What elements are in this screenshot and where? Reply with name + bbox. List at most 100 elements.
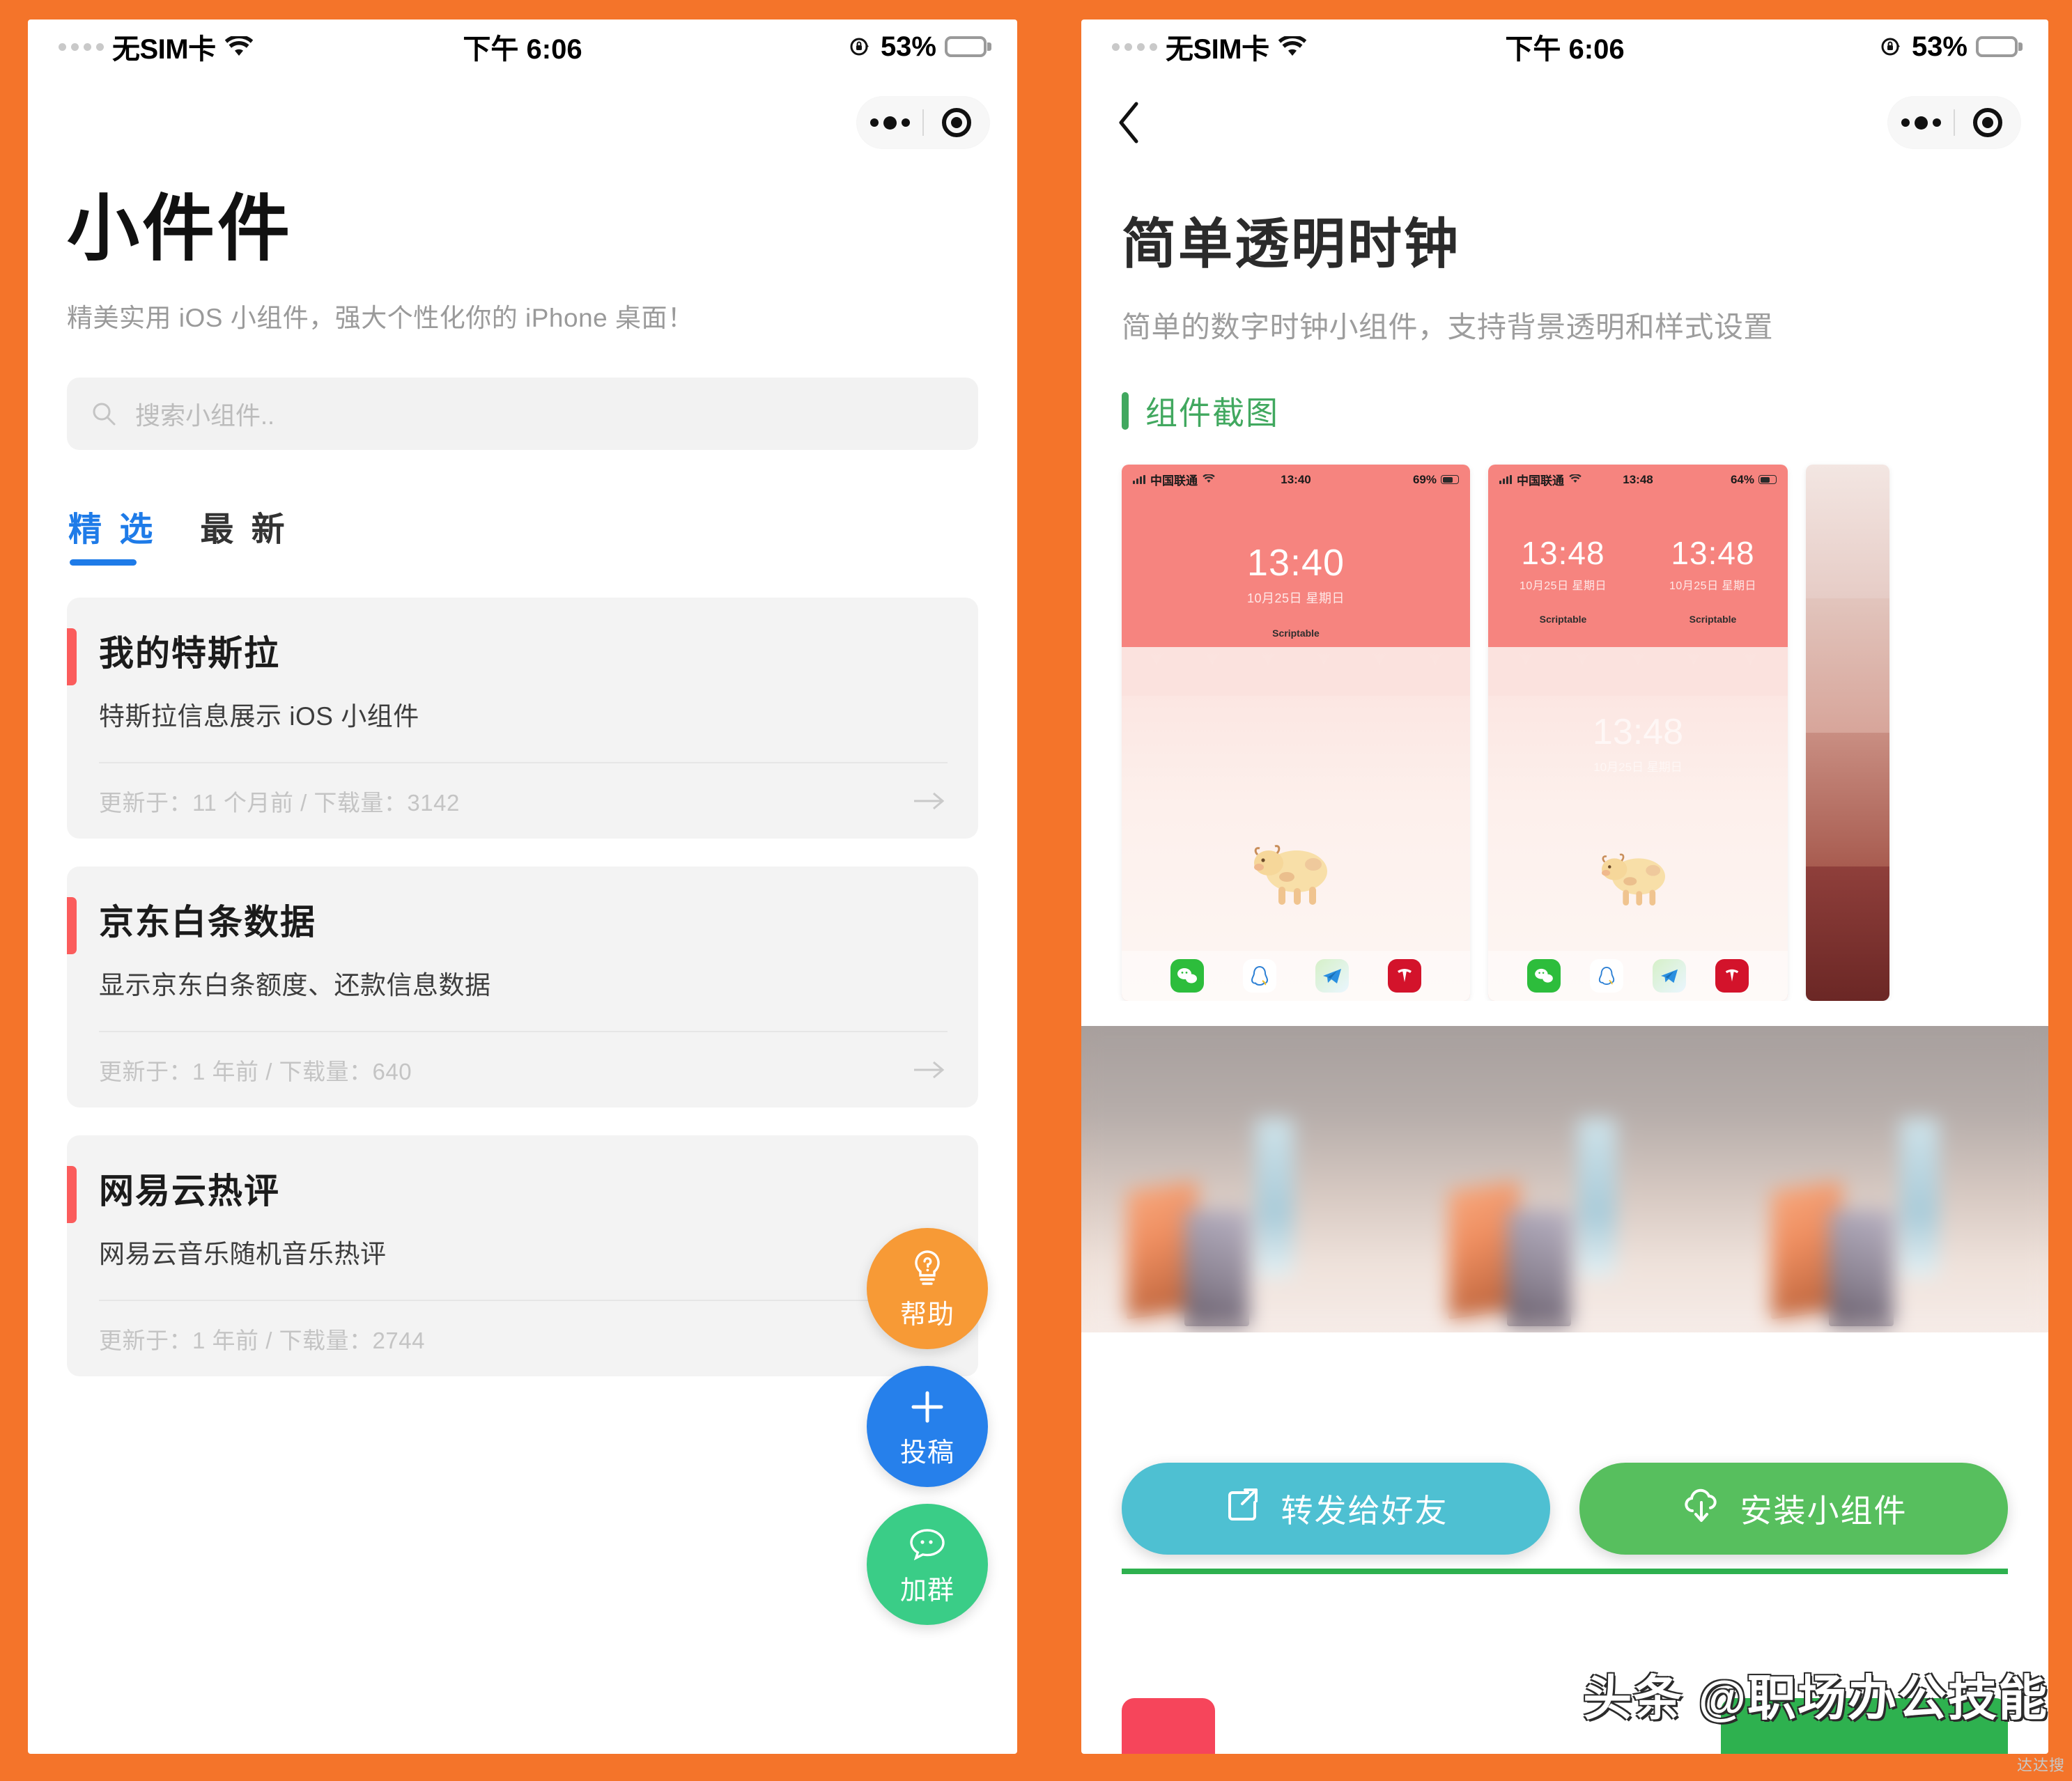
screenshot-stage: 无SIM卡 下午 6:06 53% 小件件 精美实用 iOS 小组件，强大个性化… [0, 0, 2072, 1781]
plus-icon [908, 1385, 947, 1429]
mini-program-capsule-left[interactable] [857, 97, 989, 148]
card-description: 网易云音乐随机音乐热评 [99, 1239, 387, 1268]
search-placeholder: 搜索小组件.. [135, 400, 275, 430]
screenshot-thumb[interactable]: 中国联通 13:40 69% 13:40 10月25日 星期日 Scriptab… [1122, 464, 1470, 1001]
card-meta-text: 更新于：1 年前 / 下载量：2744 [99, 1327, 425, 1353]
page-title: 小件件 [67, 189, 293, 270]
qq-app-icon [1590, 958, 1623, 993]
widget-app-label: Scriptable [1272, 627, 1320, 639]
submit-fab-label: 投稿 [899, 1438, 954, 1468]
search-icon [91, 400, 117, 427]
back-chevron-icon[interactable] [1116, 100, 1144, 146]
status-bar-right: 无SIM卡 下午 6:06 53% [1081, 20, 2048, 74]
widget-clock-date: 10月25日 星期日 [1519, 580, 1607, 593]
battery-percent-label: 53% [1911, 31, 1967, 62]
tab-featured[interactable]: 精 选 [68, 501, 157, 566]
cow-illustration [1593, 845, 1683, 915]
wallpaper-bottom [1122, 646, 1470, 1001]
target-circle-icon[interactable] [1955, 108, 2020, 137]
cow-illustration [1244, 835, 1348, 915]
arrow-right-icon[interactable] [911, 1059, 948, 1081]
arrow-right-icon[interactable] [911, 790, 948, 812]
more-dots-icon[interactable] [857, 116, 922, 130]
status-right-group: 53% [1878, 31, 2018, 63]
card-description: 特斯拉信息展示 iOS 小组件 [99, 701, 419, 731]
share-button[interactable]: 转发给好友 [1122, 1463, 1550, 1555]
preview-battery-percent: 69% [1412, 472, 1437, 486]
target-circle-icon[interactable] [924, 108, 989, 137]
widget-app-label: Scriptable [1689, 614, 1737, 625]
widget-clock-date: 10月25日 星期日 [1246, 591, 1345, 605]
widget-app-label: Scriptable [1539, 614, 1587, 625]
home-screen-dock [1488, 950, 1788, 1001]
detail-title: 简单透明时钟 [1122, 213, 1461, 274]
rotation-lock-icon [847, 34, 872, 59]
qq-app-icon [1243, 958, 1276, 993]
install-button[interactable]: 安装小组件 [1579, 1463, 2008, 1555]
wallpaper-preview [1806, 464, 1889, 1001]
list-item[interactable]: 我的特斯拉 特斯拉信息展示 iOS 小组件 更新于：11 个月前 / 下载量：3… [67, 597, 978, 839]
signal-dots-icon [59, 42, 104, 51]
preview-battery-percent: 64% [1730, 472, 1754, 486]
search-input[interactable]: 搜索小组件.. [67, 377, 978, 450]
status-left-group: 无SIM卡 [59, 26, 254, 67]
tab-newest[interactable]: 最 新 [200, 501, 288, 566]
join-group-fab[interactable]: 加群 [867, 1504, 988, 1625]
cloud-download-icon [1680, 1486, 1722, 1532]
tesla-app-icon [1388, 958, 1421, 993]
share-box-icon [1224, 1486, 1263, 1532]
section-header-screenshots: 组件截图 [1081, 349, 2048, 434]
page-subtitle: 精美实用 iOS 小组件，强大个性化你的 iPhone 桌面！ [67, 303, 694, 332]
battery-percent-label: 53% [880, 31, 936, 62]
wifi-icon [1278, 36, 1307, 57]
wallpaper-preview: 中国联通 13:48 64% 13:48 10月25日 星期日 Scriptab… [1488, 464, 1788, 1001]
tesla-app-icon [1715, 958, 1749, 993]
telegram-app-icon [1653, 958, 1686, 993]
help-fab-label: 帮助 [899, 1300, 954, 1330]
screenshot-gallery[interactable]: 中国联通 13:40 69% 13:40 10月25日 星期日 Scriptab… [1081, 434, 2048, 1001]
wechat-app-icon [1170, 958, 1204, 993]
detail-action-bar: 转发给好友 安装小组件 [1081, 1463, 2048, 1555]
clock-widget: 13:48 10月25日 星期日 Scriptable [1669, 537, 1756, 625]
status-left-group: 无SIM卡 [1112, 26, 1307, 67]
carrier-label: 无SIM卡 [112, 34, 216, 65]
more-dots-icon[interactable] [1888, 116, 1954, 130]
wechat-app-icon [1527, 958, 1561, 993]
telegram-app-icon [1315, 958, 1349, 993]
battery-icon [1976, 36, 2018, 57]
tab-newest-label: 最 新 [200, 511, 289, 548]
card-meta-row: 更新于：1 年前 / 下载量：640 [99, 1032, 948, 1107]
screenshot-thumb[interactable] [1806, 464, 1889, 1001]
wallpaper-preview: 中国联通 13:40 69% 13:40 10月25日 星期日 Scriptab… [1122, 464, 1470, 1001]
card-title: 网易云热评 [99, 1171, 280, 1211]
card-description: 显示京东白条额度、还款信息数据 [99, 970, 491, 1000]
right-phone-screen: 无SIM卡 下午 6:06 53% 简单透明时钟 简单的数字时钟小组件，支持背景… [1081, 20, 2048, 1754]
list-item[interactable]: 网易云热评 网易云音乐随机音乐热评 更新于：1 年前 / 下载量：2744 [67, 1135, 978, 1376]
card-meta-row: 更新于：11 个月前 / 下载量：3142 [99, 763, 948, 839]
watermark: 头条 @职场办公技能 [1583, 1671, 2048, 1725]
corner-watermark: 达达搜 [2016, 1757, 2065, 1774]
mini-program-capsule-right[interactable] [1888, 97, 2020, 148]
join-group-fab-label: 加群 [899, 1576, 954, 1605]
promo-banner[interactable] [1081, 1025, 2048, 1332]
widget-clock-time: 13:48 [1592, 712, 1684, 753]
submit-fab[interactable]: 投稿 [867, 1366, 988, 1487]
list-item[interactable]: 京东白条数据 显示京东白条额度、还款信息数据 更新于：1 年前 / 下载量：64… [67, 866, 978, 1107]
wifi-icon [224, 36, 254, 57]
card-title: 我的特斯拉 [99, 633, 280, 673]
section-accent-bar [1122, 391, 1129, 430]
tab-featured-label: 精 选 [68, 511, 157, 548]
scallop-divider [1488, 646, 1788, 696]
clock-widget: 13:48 10月25日 星期日 Scriptable [1520, 537, 1607, 625]
preview-status-bar: 中国联通 13:48 64% [1488, 465, 1788, 495]
status-bar-left: 无SIM卡 下午 6:06 53% [28, 20, 1017, 74]
screenshot-thumb[interactable]: 中国联通 13:48 64% 13:48 10月25日 星期日 Scriptab… [1488, 464, 1788, 1001]
home-header: 小件件 精美实用 iOS 小组件，强大个性化你的 iPhone 桌面！ [28, 156, 1017, 334]
card-accent-bar [67, 1165, 77, 1223]
share-button-label: 转发给好友 [1281, 1493, 1448, 1529]
mini-program-nav-left [28, 74, 1017, 156]
help-fab[interactable]: 帮助 [867, 1228, 988, 1349]
home-tabs: 精 选 最 新 [28, 450, 1017, 566]
bottom-green-strip [1122, 1569, 2008, 1574]
widget-clock-date: 10月25日 星期日 [1593, 761, 1683, 775]
